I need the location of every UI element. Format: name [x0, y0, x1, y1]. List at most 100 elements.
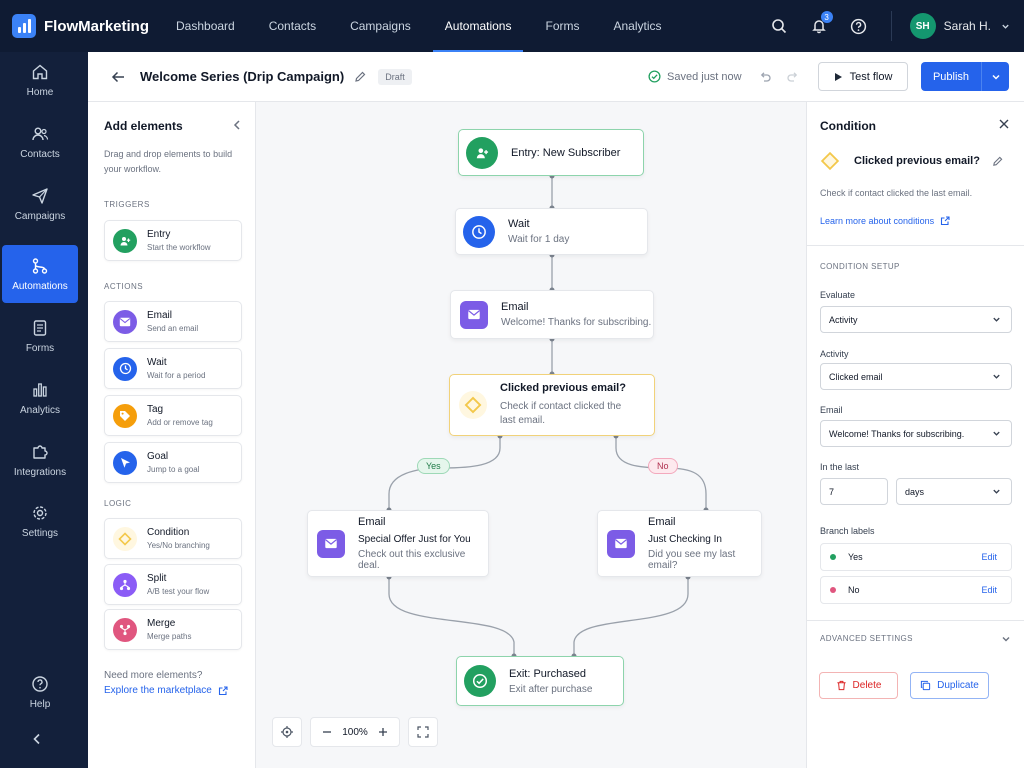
chevron-down-icon — [993, 489, 1000, 494]
zoom-out-icon[interactable] — [322, 727, 332, 737]
topnav-automations[interactable]: Automations — [432, 0, 524, 52]
email-value: Welcome! Thanks for subscribing. — [829, 428, 965, 439]
element-entry[interactable]: Entry Start the workflow — [104, 220, 242, 261]
notification-badge: 3 — [820, 11, 833, 23]
element-name: Condition — [147, 527, 190, 538]
node-wait[interactable]: Wait Wait for 1 day — [455, 208, 648, 255]
element-name: Goal — [147, 451, 169, 462]
rail-item-help[interactable]: Help — [2, 664, 78, 720]
bell-icon[interactable]: 3 — [809, 11, 833, 36]
activity-label: Activity — [820, 349, 849, 359]
publish-button[interactable]: Publish — [921, 62, 1009, 91]
branch-yes-pill[interactable]: Yes — [417, 458, 450, 474]
rail-item-campaigns[interactable]: Campaigns — [2, 176, 78, 232]
cursor-icon — [113, 450, 137, 475]
in-last-number-input[interactable]: 7 — [820, 478, 888, 505]
pencil-icon[interactable] — [992, 156, 1003, 167]
topnav-contacts[interactable]: Contacts — [257, 0, 328, 52]
close-icon[interactable] — [998, 118, 1010, 130]
email-select[interactable]: Welcome! Thanks for subscribing. — [820, 420, 1012, 447]
diamond-icon — [459, 391, 487, 419]
element-sub: Start the workflow — [147, 243, 211, 252]
node-title: Entry: New Subscriber — [511, 146, 621, 159]
edit-no-link[interactable]: Edit — [981, 585, 997, 595]
node-condition[interactable]: Clicked previous email? Check if contact… — [449, 374, 655, 436]
chevron-down-icon — [993, 431, 1000, 436]
external-link-icon — [941, 216, 950, 226]
learn-more-link[interactable]: Learn more about conditions — [820, 216, 950, 226]
undo-icon[interactable] — [758, 70, 772, 84]
element-split[interactable]: Split A/B test your flow — [104, 564, 242, 605]
element-merge[interactable]: Merge Merge paths — [104, 609, 242, 650]
element-wait[interactable]: Wait Wait for a period — [104, 348, 242, 389]
rail-item-settings[interactable]: Settings — [2, 493, 78, 549]
branch-no-pill[interactable]: No — [648, 458, 678, 474]
node-email-yes[interactable]: Email Special Offer Just for You Check o… — [307, 510, 489, 577]
element-tag[interactable]: Tag Add or remove tag — [104, 395, 242, 436]
rail-label: Home — [26, 86, 54, 98]
rail-item-integrations[interactable]: Integrations — [2, 432, 78, 488]
test-flow-button[interactable]: Test flow — [818, 62, 908, 91]
in-last-unit-select[interactable]: days — [896, 478, 1012, 505]
node-entry[interactable]: Entry: New Subscriber — [458, 129, 644, 176]
evaluate-select[interactable]: Activity — [820, 306, 1012, 333]
publish-options-button[interactable] — [981, 62, 1009, 91]
node-email-no[interactable]: Email Just Checking In Did you see my la… — [597, 510, 762, 577]
node-exit[interactable]: Exit: Purchased Exit after purchase — [456, 656, 624, 706]
user-plus-icon — [466, 136, 498, 169]
activity-value: Clicked email — [829, 371, 883, 382]
node-sub: Welcome! Thanks for subscribing. — [501, 317, 652, 328]
page-title[interactable]: Welcome Series (Drip Campaign) — [140, 69, 344, 84]
element-email[interactable]: Email Send an email — [104, 301, 242, 342]
topnav-dashboard[interactable]: Dashboard — [164, 0, 247, 52]
saved-text: Saved just now — [667, 70, 742, 83]
node-email-welcome[interactable]: Email Welcome! Thanks for subscribing. — [450, 290, 654, 339]
setup-section-title: CONDITION SETUP — [820, 262, 900, 271]
delete-label: Delete — [852, 680, 882, 691]
divider — [807, 620, 1024, 621]
rail-item-automations[interactable]: Automations — [2, 245, 78, 303]
recenter-button[interactable] — [272, 717, 302, 747]
test-flow-label: Test flow — [849, 70, 893, 83]
duplicate-button[interactable]: Duplicate — [910, 672, 989, 699]
pencil-icon[interactable] — [354, 71, 366, 83]
topnav-forms[interactable]: Forms — [533, 0, 591, 52]
diamond-icon — [113, 526, 137, 551]
node-title: Exit: Purchased — [509, 667, 587, 680]
search-icon[interactable] — [769, 16, 789, 36]
brand-logo-icon — [12, 14, 36, 38]
rail-item-analytics[interactable]: Analytics — [2, 370, 78, 426]
rail-item-contacts[interactable]: Contacts — [2, 114, 78, 170]
advanced-section-title: ADVANCED SETTINGS — [820, 634, 913, 643]
elements-description: Drag and drop elements to build your wor… — [104, 149, 233, 174]
collapse-rail-button[interactable] — [30, 732, 46, 748]
activity-select[interactable]: Clicked email — [820, 363, 1012, 390]
rail-item-forms[interactable]: Forms — [2, 308, 78, 364]
fit-screen-button[interactable] — [408, 717, 438, 747]
redo-icon[interactable] — [786, 70, 800, 84]
email-label: Email — [820, 405, 843, 415]
branch-labels-title: Branch labels — [820, 526, 875, 536]
marketplace-link[interactable]: Explore the marketplace — [104, 685, 228, 696]
chevron-left-icon[interactable] — [231, 119, 243, 131]
edit-yes-link[interactable]: Edit — [981, 552, 997, 562]
help-circle-icon[interactable] — [849, 16, 869, 36]
user-name: Sarah H. — [943, 19, 991, 33]
rail-item-home[interactable]: Home — [2, 52, 78, 108]
arrow-left-icon[interactable] — [110, 69, 126, 85]
workflow-canvas[interactable]: Yes No Entry: New Subscriber Wait Wait fo… — [256, 102, 806, 768]
topnav-campaigns[interactable]: Campaigns — [338, 0, 423, 52]
delete-button[interactable]: Delete — [819, 672, 898, 699]
topnav-analytics[interactable]: Analytics — [601, 0, 673, 52]
publish-label: Publish — [932, 70, 970, 83]
element-condition[interactable]: Condition Yes/No branching — [104, 518, 242, 559]
external-link-icon — [218, 685, 228, 695]
user-menu[interactable]: SH Sarah H. — [890, 11, 1010, 41]
top-nav-bar: FlowMarketing Dashboard Contacts Campaig… — [0, 0, 1024, 52]
brand[interactable]: FlowMarketing — [0, 14, 160, 38]
zoom-in-icon[interactable] — [378, 727, 388, 737]
branch-no-label: No — [848, 585, 860, 595]
element-goal[interactable]: Goal Jump to a goal — [104, 442, 242, 483]
advanced-settings-toggle[interactable]: ADVANCED SETTINGS — [807, 628, 1024, 650]
node-description: Check if contact clicked the last email. — [820, 188, 973, 198]
